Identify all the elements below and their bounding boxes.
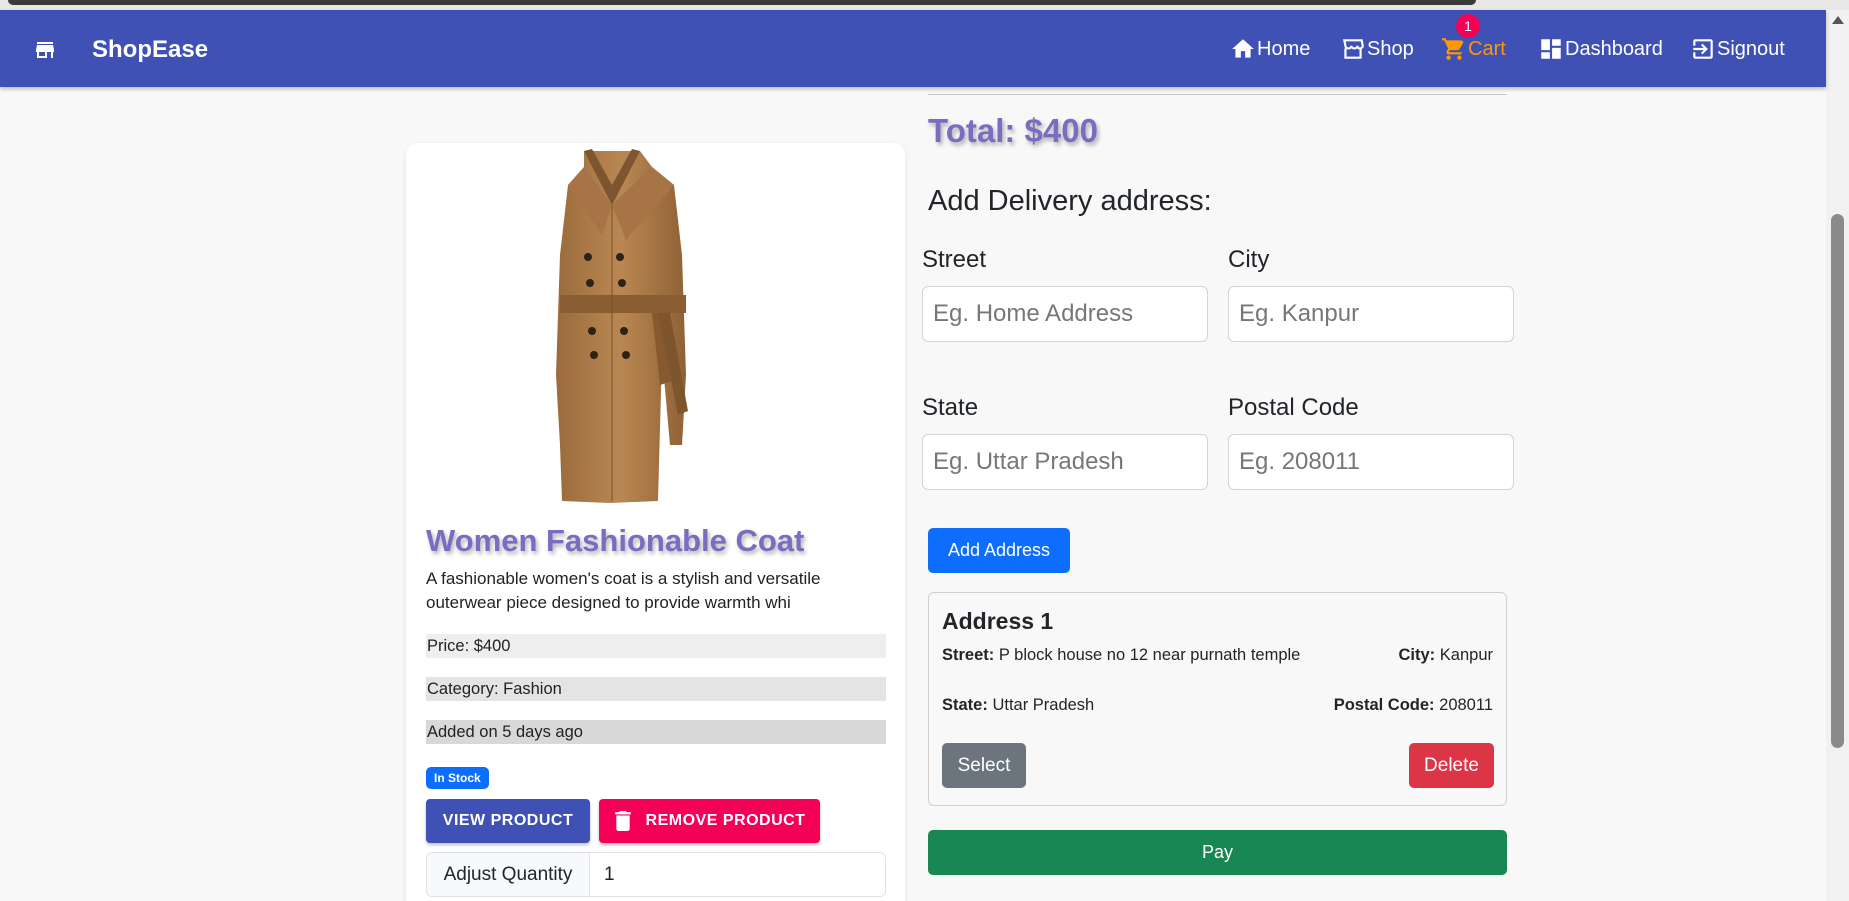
quantity-input[interactable] xyxy=(590,853,885,896)
address-card: Address 1 Street: P block house no 12 ne… xyxy=(928,592,1507,806)
street-label: Street xyxy=(922,246,987,273)
scrollbar-thumb[interactable] xyxy=(1831,214,1844,748)
cart-count-badge: 1 xyxy=(1456,14,1480,38)
product-category: Category: Fashion xyxy=(426,677,886,701)
street-input[interactable] xyxy=(922,286,1208,342)
nav-shop-label: Shop xyxy=(1367,37,1414,60)
product-card: Women Fashionable Coat A fashionable wom… xyxy=(406,143,905,901)
quantity-label: Adjust Quantity xyxy=(427,853,590,896)
city-input[interactable] xyxy=(1228,286,1514,342)
cart-total: Total: $400 xyxy=(928,112,1098,149)
product-title: Women Fashionable Coat xyxy=(426,523,805,558)
trash-icon xyxy=(614,811,631,831)
address-city-value: Kanpur xyxy=(1439,646,1493,664)
brand-name[interactable]: ShopEase xyxy=(92,36,208,64)
address-postal-value: 208011 xyxy=(1439,696,1493,714)
nav-shop[interactable]: Shop xyxy=(1340,34,1414,64)
nav-signout-label: Signout xyxy=(1717,37,1785,60)
add-address-button[interactable]: Add Address xyxy=(928,528,1070,573)
delete-address-button[interactable]: Delete xyxy=(1409,743,1494,788)
browser-top-strip xyxy=(0,0,1849,10)
quantity-group: Adjust Quantity xyxy=(426,852,886,897)
address-state-value: Uttar Pradesh xyxy=(992,696,1095,714)
home-icon xyxy=(1232,39,1254,58)
nav-home-label: Home xyxy=(1257,37,1311,60)
nav-home[interactable]: Home xyxy=(1230,34,1310,64)
scroll-up-arrow-icon[interactable] xyxy=(1832,16,1844,24)
view-product-button[interactable]: VIEW PRODUCT xyxy=(426,799,590,843)
product-description: A fashionable women's coat is a stylish … xyxy=(426,569,821,612)
navbar: ShopEase Home Shop Cart Dashboard Signou… xyxy=(0,10,1826,87)
address-postal-code: Postal Code: 208011 xyxy=(1334,696,1493,715)
product-price: Price: $400 xyxy=(426,634,886,658)
product-added-date: Added on 5 days ago xyxy=(426,720,886,744)
divider xyxy=(928,94,1507,95)
address-title: Address 1 xyxy=(942,608,1054,634)
nav-signout[interactable]: Signout xyxy=(1690,34,1785,64)
city-label: City xyxy=(1228,246,1270,273)
state-input[interactable] xyxy=(922,434,1208,490)
storefront-icon xyxy=(1343,39,1364,59)
postal-code-input[interactable] xyxy=(1228,434,1514,490)
nav-dashboard[interactable]: Dashboard xyxy=(1538,34,1663,64)
store-icon[interactable] xyxy=(33,38,57,62)
address-street: Street: P block house no 12 near purnath… xyxy=(942,646,1300,665)
product-image[interactable] xyxy=(502,145,722,503)
state-label: State xyxy=(922,394,979,421)
address-state: State: Uttar Pradesh xyxy=(942,696,1094,715)
nav-cart-label: Cart xyxy=(1468,37,1506,60)
address-state-key: State: xyxy=(942,696,988,714)
dashboard-icon xyxy=(1541,39,1561,59)
page-scrollbar[interactable] xyxy=(1826,10,1849,901)
address-street-key: Street: xyxy=(942,646,995,664)
address-heading: Add Delivery address: xyxy=(928,185,1212,217)
select-address-button[interactable]: Select xyxy=(942,743,1026,788)
address-city: City: Kanpur xyxy=(1399,646,1493,665)
signout-icon xyxy=(1693,39,1713,59)
remove-product-label: REMOVE PRODUCT xyxy=(645,812,806,829)
cart-icon xyxy=(1442,38,1464,60)
address-postal-key: Postal Code: xyxy=(1333,696,1435,714)
remove-product-button[interactable]: REMOVE PRODUCT xyxy=(599,799,820,843)
stock-badge: In Stock xyxy=(426,767,489,789)
view-product-label: VIEW PRODUCT xyxy=(442,812,574,829)
nav-cart[interactable]: Cart xyxy=(1441,34,1506,64)
nav-dashboard-label: Dashboard xyxy=(1565,37,1663,60)
pay-button[interactable]: Pay xyxy=(928,830,1507,875)
address-city-key: City: xyxy=(1398,646,1436,664)
postal-code-label: Postal Code xyxy=(1228,394,1359,421)
address-street-value: P block house no 12 near purnath temple xyxy=(998,646,1301,664)
